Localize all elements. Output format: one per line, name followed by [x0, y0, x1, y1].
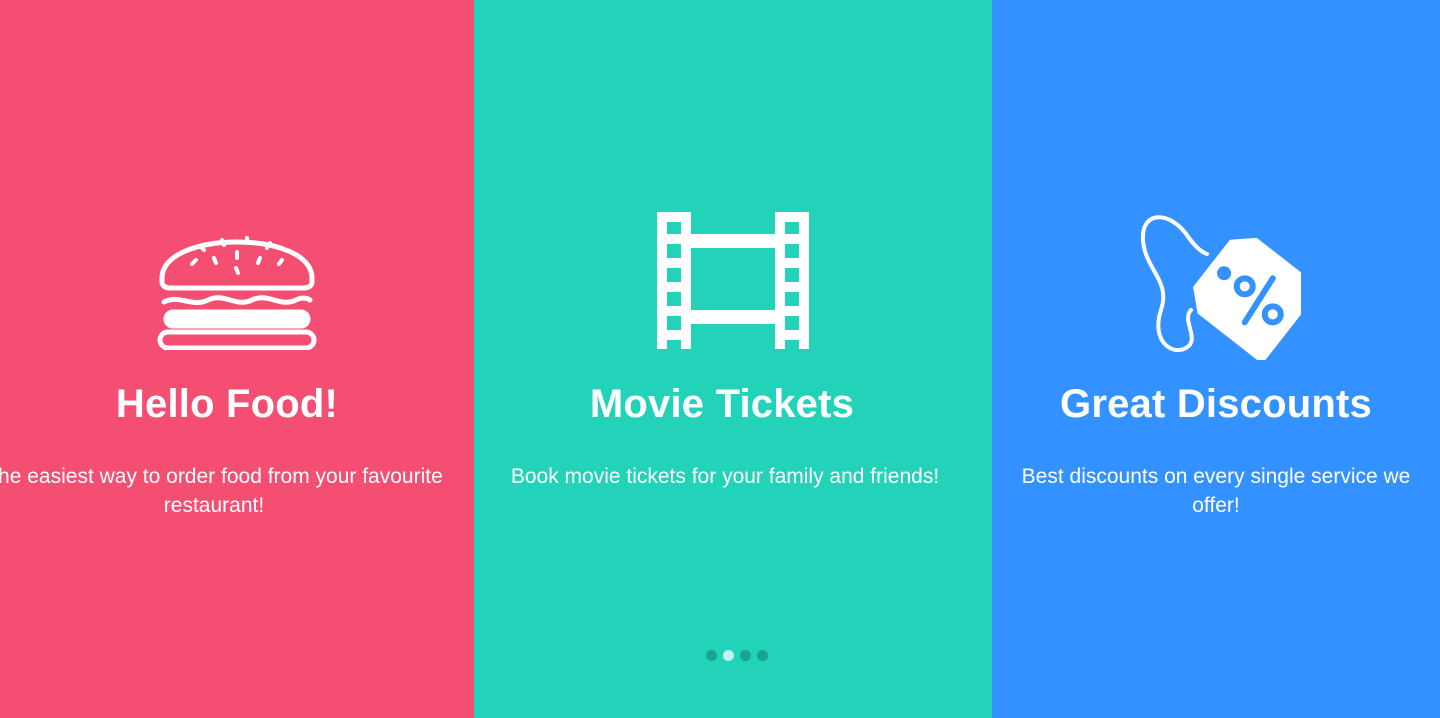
pagination-dots	[706, 650, 768, 661]
discount-tag-icon	[1126, 200, 1306, 360]
slide-discount[interactable]: Great Discounts Best discounts on every …	[992, 0, 1440, 718]
pagination-dot-3[interactable]	[740, 650, 751, 661]
slide-title: Hello Food!	[115, 382, 339, 426]
slide-food[interactable]: Hello Food! The easiest way to order foo…	[0, 0, 474, 718]
pagination-dot-2[interactable]	[723, 650, 734, 661]
film-strip-icon	[643, 200, 823, 360]
burger-icon	[147, 200, 327, 360]
onboarding-carousel: Hello Food! The easiest way to order foo…	[0, 0, 1440, 718]
slide-description: Best discounts on every single service w…	[1021, 465, 1411, 517]
slide-description: Book movie tickets for your family and f…	[510, 465, 940, 488]
pagination-dot-1[interactable]	[706, 650, 717, 661]
slide-movie[interactable]: Movie Tickets Book movie tickets for you…	[474, 0, 992, 718]
slide-description: The easiest way to order food from your …	[0, 465, 443, 517]
pagination-dot-4[interactable]	[757, 650, 768, 661]
slide-title: Great Discounts	[1060, 382, 1372, 426]
slide-title: Movie Tickets	[589, 382, 855, 426]
